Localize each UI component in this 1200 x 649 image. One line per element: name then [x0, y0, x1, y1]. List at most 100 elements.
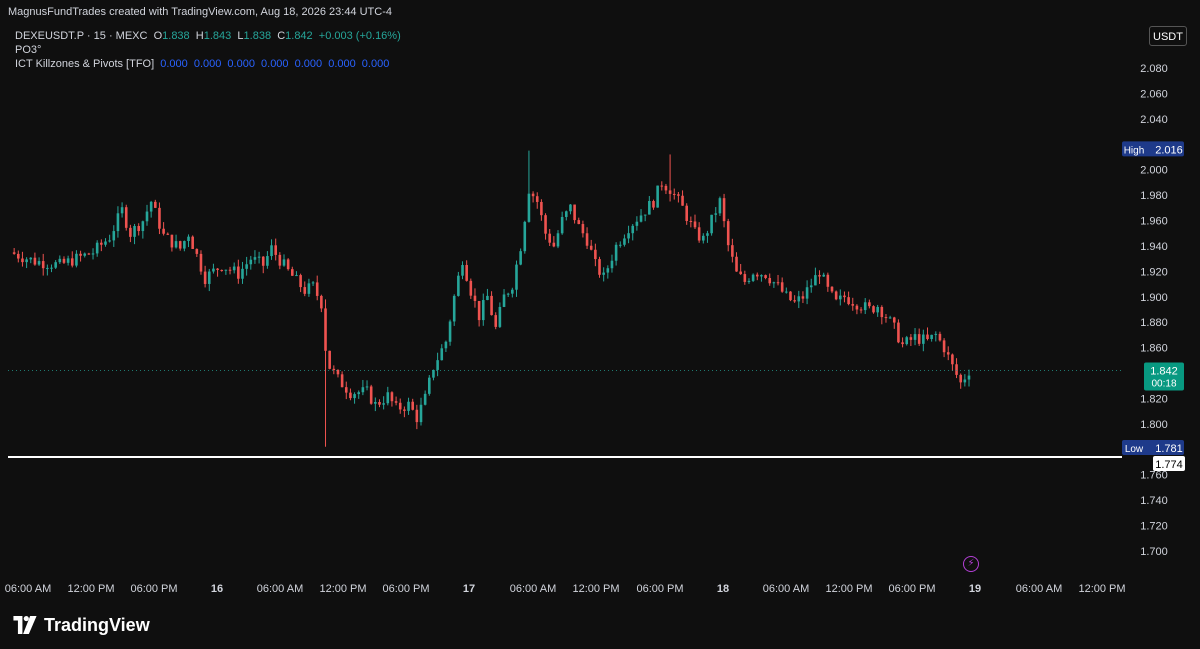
- candle-body: [21, 258, 24, 263]
- candle-body: [104, 241, 107, 245]
- candle-body: [677, 194, 680, 196]
- candle-body: [851, 304, 855, 306]
- candle-body: [407, 401, 410, 411]
- candle-body: [693, 221, 697, 228]
- candle-body: [548, 233, 551, 243]
- x-tick-label: 16: [211, 583, 223, 595]
- candle-body: [249, 259, 253, 265]
- candle-body: [228, 269, 232, 271]
- candle-body: [108, 240, 111, 242]
- candle-body: [369, 386, 373, 404]
- candle-body: [814, 275, 817, 286]
- candle-body: [888, 317, 892, 319]
- candle-body: [755, 274, 759, 277]
- candle-body: [955, 364, 958, 375]
- candle-body: [938, 333, 942, 341]
- candle-body: [166, 233, 170, 235]
- candle-body: [46, 267, 49, 269]
- candle-body: [212, 268, 215, 272]
- candle-body: [403, 409, 406, 411]
- candle-body: [697, 227, 701, 241]
- candle-body: [183, 241, 186, 249]
- candle-body: [353, 394, 356, 399]
- candle-body: [95, 242, 99, 254]
- candle-body: [511, 289, 514, 294]
- candle-body: [946, 352, 950, 355]
- candle-body: [897, 322, 900, 343]
- candle-body: [913, 334, 917, 340]
- candle-body: [502, 294, 506, 307]
- candle-body: [905, 337, 909, 345]
- candle-body: [594, 249, 597, 260]
- candle-body: [390, 392, 394, 402]
- candle-body: [751, 274, 755, 281]
- candle-body: [610, 260, 614, 269]
- candle-body: [79, 253, 82, 256]
- candle-body: [87, 253, 91, 255]
- candle-body: [565, 211, 568, 217]
- y-tick-label: 2.040: [1140, 114, 1168, 126]
- candle-body: [436, 360, 439, 370]
- lightning-icon[interactable]: ⚡: [963, 556, 979, 572]
- candle-body: [116, 213, 120, 232]
- x-tick-label: 06:00 PM: [888, 583, 935, 595]
- candle-body: [585, 233, 589, 246]
- candle-body: [581, 224, 585, 234]
- candle-body: [834, 291, 838, 300]
- x-tick-label: 19: [969, 583, 981, 595]
- tradingview-logo-icon: [13, 616, 37, 634]
- candle-body: [187, 236, 190, 242]
- x-tick-label: 06:00 PM: [130, 583, 177, 595]
- candle-body: [515, 264, 518, 290]
- candle-body: [291, 269, 294, 276]
- y-tick-label: 1.760: [1140, 470, 1168, 482]
- candle-body: [216, 268, 219, 270]
- candle-body: [54, 262, 57, 268]
- candle-body: [261, 256, 265, 266]
- candle-body: [868, 302, 871, 307]
- candle-body: [872, 306, 875, 313]
- candle-body: [951, 354, 954, 365]
- candle-body: [652, 201, 655, 208]
- countdown-value: 00:18: [1151, 379, 1176, 390]
- candle-body: [618, 244, 622, 246]
- candle-body: [315, 282, 319, 296]
- candle-body: [29, 257, 33, 260]
- candle-body: [141, 221, 145, 232]
- candle-body: [394, 401, 398, 403]
- tradingview-logo[interactable]: TradingView: [12, 614, 150, 636]
- candle-body: [133, 225, 136, 237]
- candle-body: [481, 300, 485, 321]
- candle-body: [145, 211, 149, 222]
- candle-body: [149, 201, 153, 212]
- candle-body: [909, 337, 913, 340]
- low-label-label: Low: [1125, 444, 1144, 455]
- x-tick-label: 17: [463, 583, 475, 595]
- candle-body: [648, 201, 651, 215]
- y-tick-label: 1.800: [1140, 419, 1168, 431]
- y-tick-label: 1.960: [1140, 216, 1168, 228]
- candle-body: [863, 302, 867, 311]
- x-tick-label: 06:00 AM: [5, 583, 51, 595]
- candle-body: [253, 257, 257, 260]
- candle-body: [822, 274, 825, 277]
- y-tick-label: 2.060: [1140, 88, 1168, 100]
- candle-body: [162, 228, 165, 234]
- candle-body: [668, 190, 672, 194]
- candle-body: [797, 296, 801, 302]
- candle-body: [270, 245, 273, 257]
- candle-body: [643, 214, 647, 216]
- x-tick-label: 18: [717, 583, 729, 595]
- candle-body: [203, 271, 207, 284]
- candle-body: [220, 269, 224, 271]
- candle-body: [83, 253, 87, 256]
- candle-body: [614, 244, 618, 261]
- candle-body: [959, 374, 962, 383]
- candle-body: [540, 201, 543, 216]
- candle-body: [963, 379, 967, 383]
- candle-body: [922, 334, 925, 344]
- price-chart[interactable]: 2.080 2.060 2.040 2.000 1.980 1.960 1.940 1.920…: [0, 0, 1200, 600]
- x-tick-label: 12:00 PM: [1078, 583, 1125, 595]
- candle-body: [809, 285, 813, 288]
- candle-body: [199, 253, 203, 272]
